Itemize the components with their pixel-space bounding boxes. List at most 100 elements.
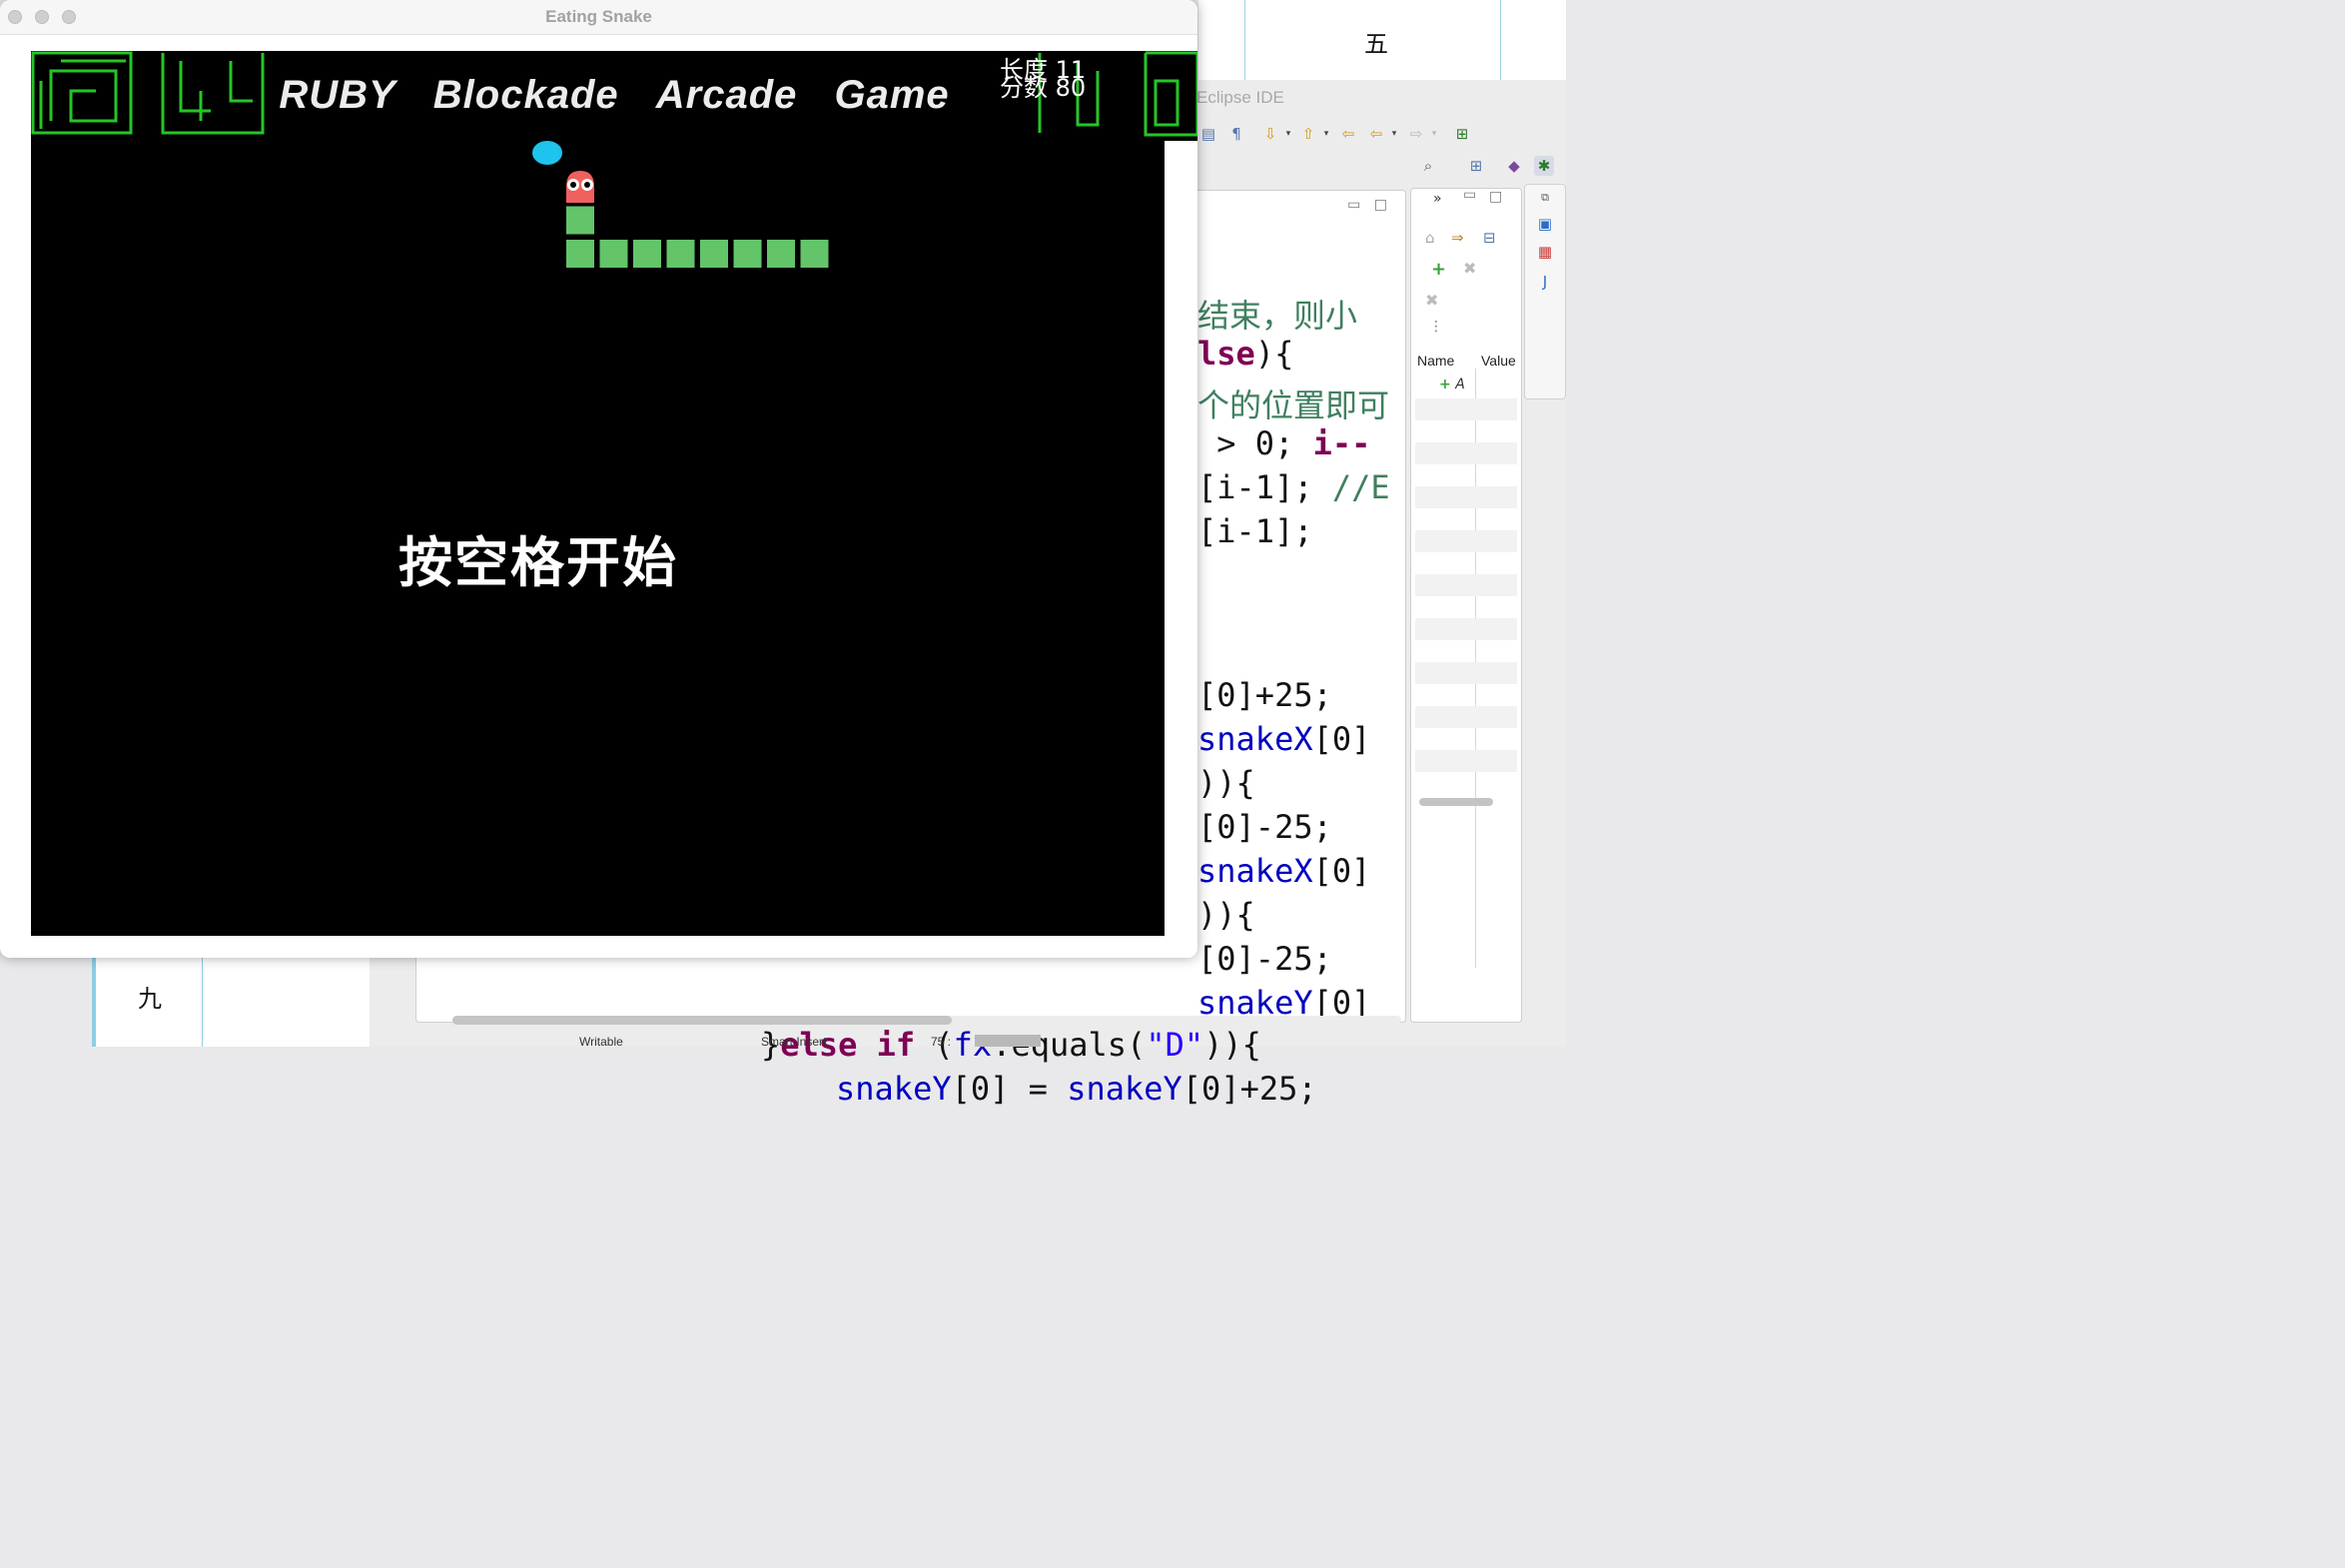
debug-perspective-icon[interactable]: ✱ [1534, 156, 1554, 176]
code-token: snakeX [1197, 852, 1313, 890]
game-canvas[interactable]: RUBY Blockade Arcade Game 长度 11 分数 80 按空… [31, 51, 1197, 936]
pupil [570, 182, 576, 188]
table-row [1415, 750, 1517, 772]
add-expression-row[interactable]: + A [1439, 377, 1465, 392]
code-line[interactable]: snakeY[0] = snakeY[0]+25; [836, 1070, 1317, 1108]
code-line[interactable]: snakeX[0] [1197, 852, 1370, 890]
table-row [1415, 442, 1517, 464]
next-annotation-icon[interactable]: ⇩ [1260, 124, 1280, 144]
code-token: [0]+25; [1197, 676, 1332, 714]
table-row [1415, 706, 1517, 728]
previous-annotation-icon[interactable]: ⇧ [1298, 124, 1318, 144]
chevron-down-icon[interactable]: ▾ [1316, 124, 1336, 144]
editor-horizontal-scrollbar[interactable] [452, 1016, 952, 1025]
start-hint: 按空格开始 [398, 531, 678, 594]
code-line[interactable]: > 0; i-- [1197, 424, 1370, 462]
food [532, 141, 562, 165]
minimize-icon[interactable]: ▭ [1463, 187, 1476, 203]
last-edit-icon[interactable]: ⇦ [1338, 124, 1358, 144]
variables-view[interactable]: » ▭ □ ⌂ ⇒ ⊟ + ✖ ✖ ⋮ Name Value + A [1410, 187, 1522, 1023]
code-token: ){ [1254, 335, 1294, 373]
code-line[interactable]: lse){ [1197, 335, 1293, 373]
code-token: )){ [1197, 896, 1255, 934]
snake-body-segment [767, 240, 795, 268]
forward-icon[interactable]: ⇨ [1406, 124, 1426, 144]
code-line[interactable]: [i-1]; [1197, 512, 1313, 550]
snake-body-segment [633, 240, 661, 268]
code-line[interactable]: [i-1]; //E [1197, 468, 1390, 506]
snake-body-segment [733, 240, 762, 268]
play-field [532, 141, 829, 268]
code-line[interactable]: 个的位置即可 [1197, 381, 1389, 426]
snake-body-segment [566, 206, 594, 235]
code-token: )){ [1197, 764, 1255, 802]
chevron-down-icon[interactable]: ▾ [1384, 124, 1404, 144]
table-row [1415, 398, 1517, 420]
minimize-icon[interactable]: ▭ [1347, 197, 1360, 213]
eclipse-title: Eclipse IDE [1196, 88, 1284, 107]
snake-body-segment [800, 240, 829, 268]
code-token: [0]-25; [1197, 808, 1332, 846]
table-row [1415, 618, 1517, 640]
heap-status-bar[interactable] [975, 1035, 1041, 1047]
table-row [1415, 530, 1517, 552]
search-icon[interactable]: ⌕ [1418, 156, 1438, 176]
pilcrow-icon[interactable]: ¶ [1226, 124, 1246, 144]
add-icon[interactable]: + [1431, 259, 1446, 280]
code-token: [0]-25; [1197, 940, 1332, 978]
code-line[interactable]: )){ [1197, 896, 1255, 934]
doc-text: 五 [1364, 30, 1388, 58]
code-line[interactable]: [0]+25; [1197, 676, 1332, 714]
code-token: [i-1]; [1197, 512, 1313, 550]
code-token: [0] = [951, 1070, 1068, 1108]
editor-view-controls: ▭ □ [1347, 197, 1387, 213]
collapse-icon[interactable]: ⌂ [1425, 229, 1435, 247]
code-line[interactable]: [0]-25; [1197, 940, 1332, 978]
title-bar[interactable]: Eating Snake [0, 0, 1197, 35]
chevron-down-icon[interactable]: ▾ [1278, 124, 1298, 144]
problems-view-icon[interactable]: ▦ [1535, 243, 1555, 263]
code-token: [0] [1312, 852, 1371, 890]
javadoc-view-icon[interactable]: J [1535, 273, 1555, 293]
add-icon: + [1439, 377, 1451, 392]
code-token: i-- [1312, 424, 1371, 462]
snake-body-segment [666, 240, 695, 268]
remove-icon[interactable]: ✖ [1463, 259, 1476, 278]
perspective-toolbar: ⌕ ⊞ ◆ ✱ [1408, 152, 1566, 182]
restore-icon[interactable]: ⧉ [1535, 191, 1555, 211]
column-header-value[interactable]: Value [1481, 353, 1516, 369]
chevron-down-icon[interactable]: ▾ [1424, 124, 1444, 144]
status-insert-mode: Smart Insert [761, 1035, 827, 1049]
code-line[interactable]: [0]-25; [1197, 808, 1332, 846]
snake-body-segment [700, 240, 728, 268]
code-token: 个的位置即可 [1197, 387, 1390, 424]
column-header-name[interactable]: Name [1417, 353, 1454, 369]
code-token: snakeY [1067, 1070, 1182, 1108]
console-icon[interactable]: ▤ [1198, 124, 1218, 144]
collapse-all-icon[interactable]: ⊟ [1483, 229, 1496, 247]
code-token: [i-1]; [1197, 468, 1332, 506]
maximize-icon[interactable]: □ [1489, 189, 1502, 205]
view-menu-icon[interactable]: » [1433, 191, 1442, 207]
code-line[interactable]: 结束，则小 [1197, 291, 1357, 337]
table-row [1415, 574, 1517, 596]
eating-snake-window[interactable]: Eating Snake RUBY Blockade Arcade Game 长… [0, 0, 1197, 958]
code-line[interactable]: snakeX[0] [1197, 720, 1370, 758]
remove-all-icon[interactable]: ✖ [1425, 291, 1438, 310]
show-logical-icon[interactable]: ⇒ [1451, 229, 1464, 247]
code-line[interactable]: )){ [1197, 764, 1255, 802]
doc-divider [92, 957, 96, 1047]
status-bar: Writable Smart Insert 75 : [569, 1035, 1368, 1049]
maximize-icon[interactable]: □ [1374, 197, 1387, 213]
console-view-icon[interactable]: ▣ [1535, 215, 1555, 235]
more-icon[interactable]: ⋮ [1429, 319, 1443, 335]
code-token: 结束，则小 [1197, 297, 1358, 335]
java-perspective-icon[interactable]: ◆ [1504, 156, 1524, 176]
code-token: //E [1331, 468, 1390, 506]
variables-horizontal-scrollbar[interactable] [1419, 798, 1493, 806]
open-perspective-icon[interactable]: ⊞ [1452, 124, 1472, 144]
back-icon[interactable]: ⇦ [1366, 124, 1386, 144]
open-perspective-icon[interactable]: ⊞ [1466, 156, 1486, 176]
snake-body-segment [599, 240, 628, 268]
add-expression-label: A [1455, 377, 1465, 392]
